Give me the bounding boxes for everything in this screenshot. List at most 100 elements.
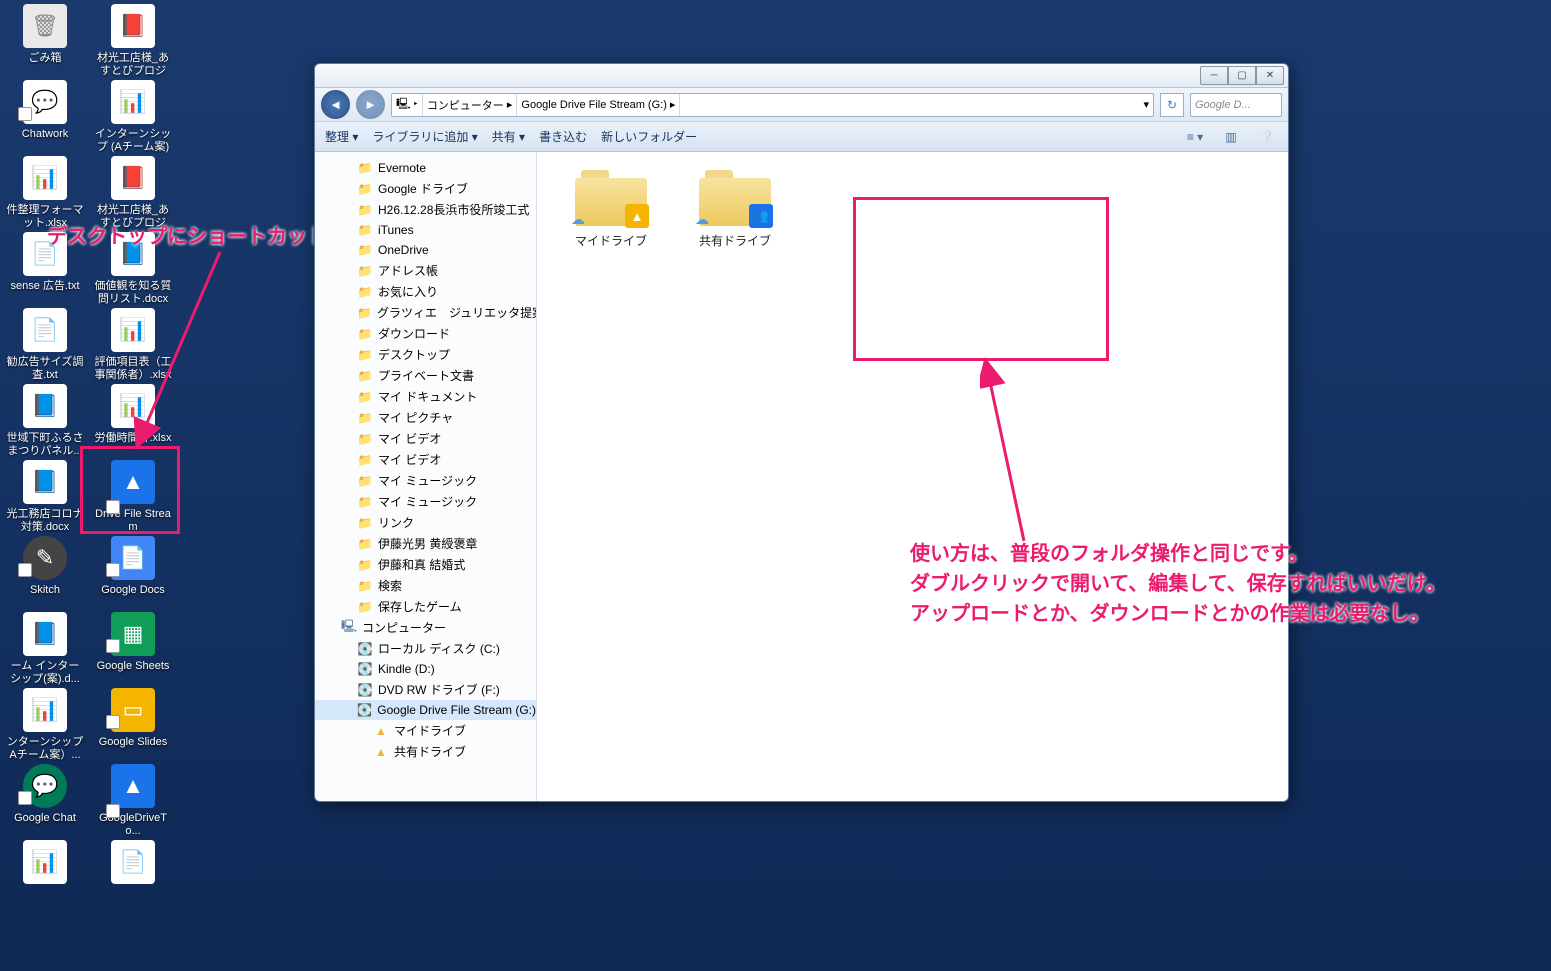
tree-node[interactable]: 📁iTunes: [315, 220, 536, 240]
nav-forward-button[interactable]: ►: [356, 90, 385, 119]
refresh-button[interactable]: ↻: [1160, 93, 1184, 117]
tree-node[interactable]: 📁保存したゲーム: [315, 596, 536, 617]
maximize-button[interactable]: ▢: [1228, 66, 1256, 85]
tree-node[interactable]: 📁H26.12.28長浜市役所竣工式: [315, 199, 536, 220]
desktop-icon-skitch[interactable]: ✎Skitch: [4, 536, 86, 597]
tree-node-computer[interactable]: 🖳コンピューター: [315, 617, 536, 638]
folder-item[interactable]: ▲☁マイドライブ: [561, 170, 661, 249]
nav-back-button[interactable]: ◄: [321, 90, 350, 119]
desktop-icon-txt[interactable]: 📄勧広告サイズ調査.txt: [4, 308, 86, 382]
file-icon: 📄: [111, 840, 155, 884]
desktop-icon-xlsx[interactable]: 📊労働時間計.xlsx: [92, 384, 174, 445]
desktop-icon-trash[interactable]: 🗑ごみ箱: [4, 4, 86, 65]
desktop-icon-google-chat[interactable]: 💬Google Chat: [4, 764, 86, 825]
view-options-button[interactable]: ≡ ▾: [1184, 128, 1206, 146]
desktop-icon-xlsx[interactable]: 📊ンターンシップAチーム案）...: [4, 688, 86, 762]
tree-node[interactable]: ▲マイドライブ: [315, 720, 536, 741]
txt-icon: 📄: [23, 308, 67, 352]
tree-label: リンク: [378, 514, 414, 531]
tree-node[interactable]: 📁Evernote: [315, 158, 536, 178]
breadcrumb[interactable]: 🖳 ▸ コンピューター ▸ Google Drive File Stream (…: [391, 93, 1154, 117]
tree-label: 伊藤和真 結婚式: [378, 556, 465, 573]
tree-node[interactable]: 📁マイ ピクチャ: [315, 407, 536, 428]
folder-icon: 📁: [357, 242, 373, 258]
toolbar-burn[interactable]: 書き込む: [539, 128, 587, 145]
desktop-icon-google-docs[interactable]: 📄Google Docs: [92, 536, 174, 597]
drive-icon: 💽: [357, 702, 372, 718]
tree-node[interactable]: 📁マイ ビデオ: [315, 428, 536, 449]
icon-label: Google Sheets: [92, 660, 174, 673]
desktop-icon-gdrive-tool[interactable]: ▲GoogleDriveTo...: [92, 764, 174, 838]
toolbar-new-folder[interactable]: 新しいフォルダー: [601, 128, 697, 145]
tree-label: マイ ドキュメント: [378, 388, 477, 405]
folder-label: マイドライブ: [561, 232, 661, 249]
tree-node[interactable]: 📁マイ ドキュメント: [315, 386, 536, 407]
breadcrumb-computer-icon[interactable]: 🖳 ▸: [392, 94, 423, 116]
tree-node[interactable]: 📁プライベート文書: [315, 365, 536, 386]
minimize-button[interactable]: ─: [1200, 66, 1228, 85]
tree-label: 検索: [378, 577, 402, 594]
trash-icon: 🗑: [23, 4, 67, 48]
tree-node[interactable]: 📁ダウンロード: [315, 323, 536, 344]
desktop-icon-google-sheets[interactable]: ▦ Google Sheets: [92, 612, 174, 673]
toolbar-library[interactable]: ライブラリに追加 ▾: [372, 128, 477, 145]
tree-label: マイ ピクチャ: [378, 409, 453, 426]
tree-node[interactable]: ▲共有ドライブ: [315, 741, 536, 762]
folder-icon: 📁: [357, 536, 373, 552]
close-button[interactable]: ✕: [1256, 66, 1284, 85]
tree-node-drive[interactable]: 💽Kindle (D:): [315, 659, 536, 679]
desktop-icon-docx[interactable]: 📘ーム インターシップ(案).d...: [4, 612, 86, 686]
folder-icon: 📁: [357, 473, 373, 489]
tree-node[interactable]: 📁伊藤光男 黄綬褒章: [315, 533, 536, 554]
xlsx-icon: 📊: [23, 840, 67, 884]
tree-node[interactable]: 📁グラツィエ ジュリエッタ提案: [315, 302, 536, 323]
toolbar-organize[interactable]: 整理 ▾: [325, 128, 358, 145]
tree-node[interactable]: 📁検索: [315, 575, 536, 596]
folder-icon: 📁: [357, 263, 373, 279]
toolbar-share[interactable]: 共有 ▾: [492, 128, 525, 145]
desktop-icon-xlsx[interactable]: 📊件整理フォーマット.xlsx: [4, 156, 86, 230]
desktop-icon-pdf[interactable]: 📕材光工店様_あすとびプロジェ...: [92, 4, 174, 92]
tree-node-drive[interactable]: 💽ローカル ディスク (C:): [315, 638, 536, 659]
desktop-icon-google-slides[interactable]: ▭Google Slides: [92, 688, 174, 749]
desktop-icon-chatwork[interactable]: 💬Chatwork: [4, 80, 86, 141]
desktop-icon-file[interactable]: 📄: [92, 840, 174, 888]
tree-node-drive[interactable]: 💽DVD RW ドライブ (F:): [315, 679, 536, 700]
icon-label: Google Slides: [92, 736, 174, 749]
tree-node-drive[interactable]: 💽Google Drive File Stream (G:): [315, 700, 536, 720]
tree-node[interactable]: 📁Google ドライブ: [315, 178, 536, 199]
search-input[interactable]: Google D...: [1190, 93, 1282, 117]
preview-pane-button[interactable]: ▥: [1220, 128, 1242, 146]
folder-icon: 📁: [357, 305, 372, 321]
tree-node[interactable]: 📁お気に入り: [315, 281, 536, 302]
desktop-icon-drive-file-stream[interactable]: ▲Drive File Stream: [92, 460, 174, 534]
nav-tree[interactable]: 📁Evernote📁Google ドライブ📁H26.12.28長浜市役所竣工式📁…: [315, 152, 537, 802]
tree-node[interactable]: 📁デスクトップ: [315, 344, 536, 365]
tree-label: アドレス帳: [378, 262, 438, 279]
folder-item[interactable]: 👥☁共有ドライブ: [685, 170, 785, 249]
help-button[interactable]: ❔: [1256, 128, 1278, 146]
content-pane[interactable]: ▲☁マイドライブ 👥☁共有ドライブ: [537, 152, 1288, 802]
tree-node[interactable]: 📁OneDrive: [315, 240, 536, 260]
tree-node[interactable]: 📁マイ ミュージック: [315, 491, 536, 512]
tree-node[interactable]: 📁 リンク: [315, 512, 536, 533]
desktop-icon-xlsx[interactable]: 📊インターンシップ (Aチーム案) ...: [92, 80, 174, 168]
annotation-line: 使い方は、普段のフォルダ操作と同じです。: [910, 539, 1446, 569]
annotation-usage-text: 使い方は、普段のフォルダ操作と同じです。 ダブルクリックで開いて、編集して、保存…: [910, 539, 1446, 629]
desktop-icon-xlsx[interactable]: 📊: [4, 840, 86, 888]
tree-node[interactable]: 📁伊藤和真 結婚式: [315, 554, 536, 575]
desktop-icon-docx[interactable]: 📘世域下町ふるさまつりパネル...: [4, 384, 86, 458]
desktop-icon-xlsx[interactable]: 📊評価項目表（工事関係者）.xlsx: [92, 308, 174, 382]
tree-node[interactable]: 📁マイ ミュージック: [315, 470, 536, 491]
desktop-icon-docx[interactable]: 📘光工務店コロナ対策.docx: [4, 460, 86, 534]
folder-icon: 📁: [357, 515, 373, 531]
breadcrumb-seg[interactable]: Google Drive File Stream (G:) ▸: [517, 94, 680, 116]
tree-node[interactable]: 📁 アドレス帳: [315, 260, 536, 281]
tree-node[interactable]: 📁マイ ビデオ: [315, 449, 536, 470]
gsheets-icon: ▦: [111, 612, 155, 656]
breadcrumb-seg[interactable]: コンピューター ▸: [423, 94, 518, 116]
breadcrumb-dropdown[interactable]: ▾: [1139, 94, 1153, 116]
drive-icon: ▲: [111, 460, 155, 504]
tree-label: マイ ビデオ: [378, 430, 441, 447]
window-titlebar[interactable]: ─ ▢ ✕: [315, 64, 1288, 88]
